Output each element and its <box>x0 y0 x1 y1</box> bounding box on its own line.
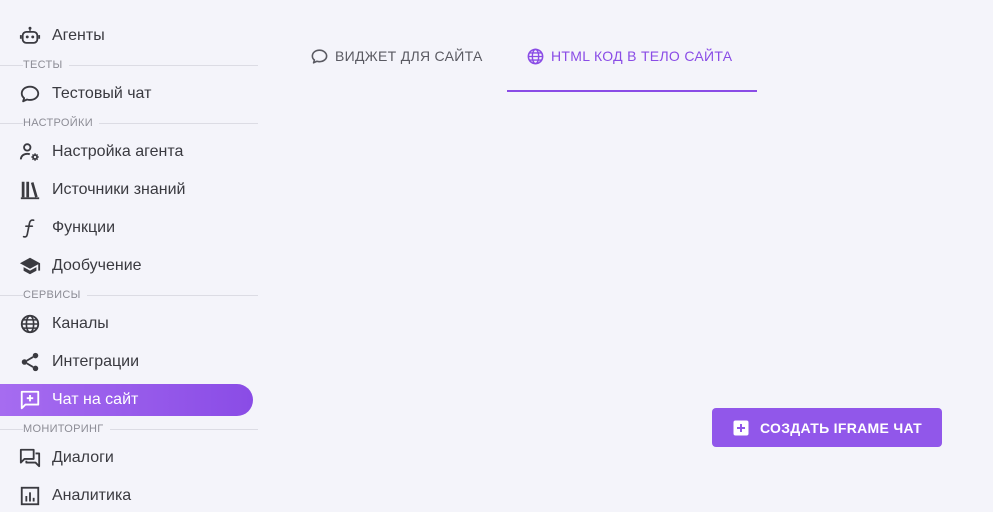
sidebar-item-training[interactable]: Дообучение <box>0 250 253 282</box>
sidebar-item-agents[interactable]: Агенты <box>0 20 253 52</box>
sidebar-item-site-chat[interactable]: Чат на сайт <box>0 384 253 416</box>
bar-chart-icon <box>18 484 42 508</box>
user-gear-icon <box>18 140 42 164</box>
sidebar-item-label: Чат на сайт <box>52 391 139 408</box>
section-monitoring: МОНИТОРИНГ <box>0 423 258 439</box>
tab-site-widget[interactable]: ВИДЖЕТ ДЛЯ САЙТА <box>293 40 507 92</box>
tab-label: ВИДЖЕТ ДЛЯ САЙТА <box>335 48 483 64</box>
sidebar-item-channels[interactable]: Каналы <box>0 308 253 340</box>
tab-bar: ВИДЖЕТ ДЛЯ САЙТА HTML КОД В ТЕЛО САЙТА <box>293 40 757 92</box>
section-services: СЕРВИСЫ <box>0 289 258 305</box>
sidebar-item-label: Агенты <box>52 27 105 44</box>
globe-icon <box>525 46 545 66</box>
section-settings: НАСТРОЙКИ <box>0 117 258 133</box>
sidebar-item-agent-settings[interactable]: Настройка агента <box>0 136 253 168</box>
sidebar-item-label: Диалоги <box>52 449 114 466</box>
sidebar: Агенты ТЕСТЫ Тестовый чат НАСТРОЙКИ Наст… <box>0 0 262 506</box>
sidebar-item-label: Аналитика <box>52 487 132 504</box>
sidebar-item-dialogs[interactable]: Диалоги <box>0 442 253 474</box>
sidebar-item-label: Тестовый чат <box>52 85 152 102</box>
create-iframe-chat-button[interactable]: СОЗДАТЬ IFRAME ЧАТ <box>712 408 942 447</box>
section-label: НАСТРОЙКИ <box>23 117 99 129</box>
add-box-icon <box>732 419 750 437</box>
section-label: МОНИТОРИНГ <box>23 423 110 435</box>
graduation-cap-icon <box>18 254 42 278</box>
sidebar-item-label: Интеграции <box>52 353 140 370</box>
chat-add-icon <box>18 388 42 412</box>
share-icon <box>18 350 42 374</box>
chat-bubble-icon <box>18 82 42 106</box>
function-icon <box>18 216 42 240</box>
globe-icon <box>18 312 42 336</box>
section-label: СЕРВИСЫ <box>23 289 87 301</box>
section-tests: ТЕСТЫ <box>0 59 258 75</box>
robot-icon <box>18 24 42 48</box>
sidebar-item-test-chat[interactable]: Тестовый чат <box>0 78 253 110</box>
create-button-label: СОЗДАТЬ IFRAME ЧАТ <box>759 419 923 436</box>
sidebar-item-analytics[interactable]: Аналитика <box>0 480 253 512</box>
sidebar-item-knowledge-sources[interactable]: Источники знаний <box>0 174 253 206</box>
sidebar-item-label: Функции <box>52 219 116 236</box>
section-label: ТЕСТЫ <box>23 59 69 71</box>
sidebar-item-label: Источники знаний <box>52 181 186 198</box>
tab-html-code[interactable]: HTML КОД В ТЕЛО САЙТА <box>507 40 757 92</box>
sidebar-item-label: Дообучение <box>52 257 142 274</box>
sidebar-item-functions[interactable]: Функции <box>0 212 253 244</box>
tab-label: HTML КОД В ТЕЛО САЙТА <box>551 48 733 64</box>
forum-icon <box>18 446 42 470</box>
sidebar-item-label: Настройка агента <box>52 143 184 160</box>
chat-bubble-icon <box>309 46 329 66</box>
sidebar-item-integrations[interactable]: Интеграции <box>0 346 253 378</box>
sidebar-item-label: Каналы <box>52 315 109 332</box>
library-icon <box>18 178 42 202</box>
